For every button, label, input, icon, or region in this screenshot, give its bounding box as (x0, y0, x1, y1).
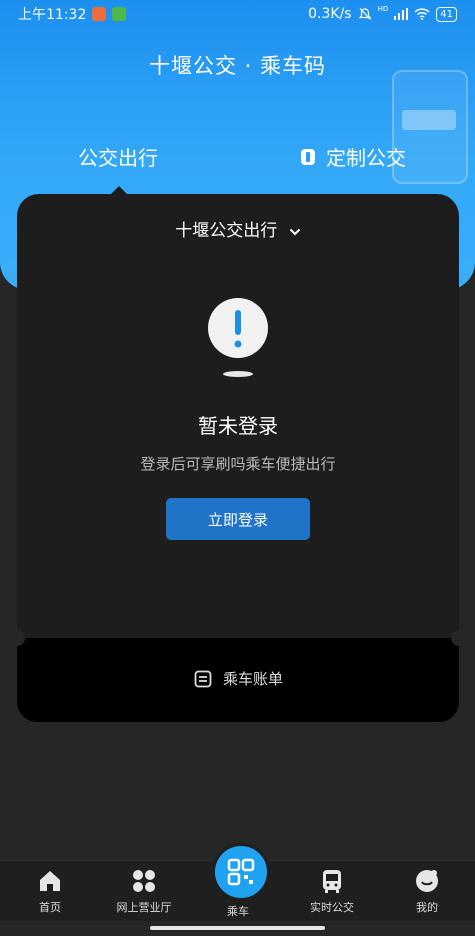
ticket-footer: 乘车账单 (9, 630, 467, 722)
ticket-notch-right (451, 630, 467, 646)
nav-online-hall[interactable]: 网上营业厅 (104, 867, 184, 915)
mute-bell-icon (358, 8, 372, 20)
line-selector[interactable]: 十堰公交出行 (17, 216, 459, 241)
grid-icon (133, 870, 155, 892)
home-indicator (150, 926, 325, 930)
network-speed: 0.3K/s (308, 6, 352, 22)
status-time: 上午11:32 (18, 7, 87, 23)
profile-icon (416, 870, 438, 892)
nav-ride-button[interactable] (212, 843, 270, 901)
wifi-icon (414, 8, 430, 20)
tab-custom-bus[interactable]: 定制公交 (298, 142, 406, 171)
nav-realtime-bus[interactable]: 实时公交 (292, 867, 372, 915)
nav-ride-label: 乘车 (227, 905, 249, 918)
ride-code-card: 十堰公交出行 暂未登录 登录后可享刷吗乘车便捷出行 立即登录 (17, 194, 459, 638)
ticket-notch-left (9, 630, 25, 646)
not-logged-in-subtitle: 登录后可享刷吗乘车便捷出行 (140, 455, 336, 473)
nav-online-hall-label: 网上营业厅 (116, 901, 172, 914)
ride-bill-link[interactable]: 乘车账单 (17, 668, 459, 689)
nav-home[interactable]: 首页 (10, 867, 90, 915)
tab-custom-bus-label: 定制公交 (326, 146, 406, 170)
nav-realtime-bus-label: 实时公交 (310, 901, 354, 914)
not-logged-in-title: 暂未登录 (198, 414, 278, 438)
qr-code-icon (227, 858, 255, 886)
nav-mine-label: 我的 (416, 901, 438, 914)
home-icon (40, 871, 60, 891)
custom-bus-icon (301, 148, 315, 165)
notification-video-icon (92, 7, 107, 21)
bottom-nav: 首页 网上营业厅 乘车 实时公交 我的 (0, 843, 475, 921)
bill-icon (194, 670, 212, 687)
signal-icon (394, 8, 409, 20)
alert-icon (208, 298, 268, 377)
hd-tag: HD (377, 5, 389, 13)
tab-bus-travel[interactable]: 公交出行 (78, 142, 158, 171)
login-button[interactable]: 立即登录 (166, 498, 310, 540)
bus-icon (323, 870, 341, 893)
ride-bill-label: 乘车账单 (222, 670, 283, 688)
nav-home-label: 首页 (39, 901, 61, 914)
battery-indicator: 41 (436, 6, 457, 22)
status-bar: 上午11:32 0.3K/s HD 41 (0, 0, 475, 28)
chevron-down-icon (289, 221, 301, 241)
notification-download-icon (112, 7, 127, 21)
nav-mine[interactable]: 我的 (387, 867, 467, 915)
line-selector-label: 十堰公交出行 (175, 221, 278, 241)
